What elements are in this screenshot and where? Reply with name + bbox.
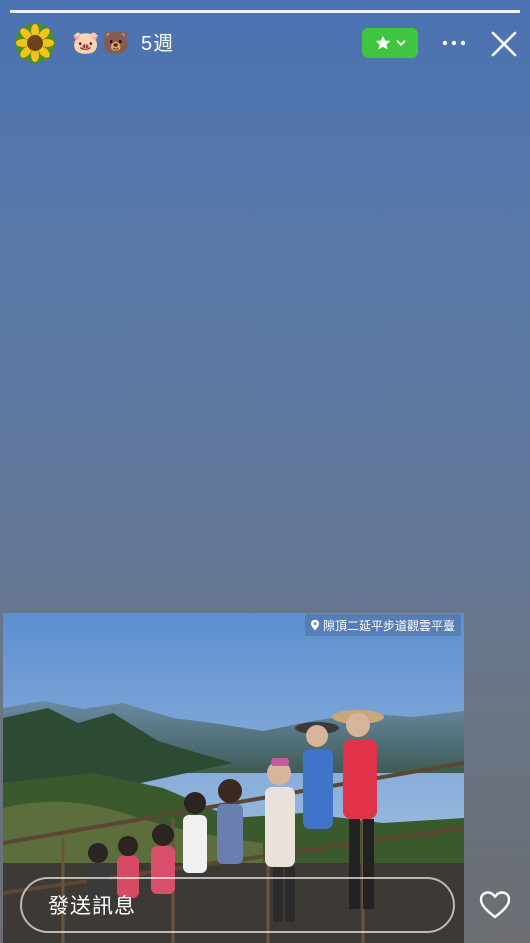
story-header: 🐷 🐻 5週: [0, 22, 530, 66]
star-icon: [375, 35, 391, 50]
bear-emoji: 🐻: [102, 30, 130, 55]
message-placeholder: 發送訊息: [48, 895, 136, 918]
close-icon: [491, 31, 517, 57]
pig-emoji: 🐷: [72, 30, 100, 55]
favorite-button[interactable]: [362, 28, 418, 58]
location-label: 隙頂二延平步道觀雲平臺: [322, 618, 455, 633]
send-message-input[interactable]: 發送訊息: [20, 877, 455, 933]
chevron-down-icon: [396, 40, 406, 47]
story-time-label: 5週: [141, 33, 175, 55]
close-button[interactable]: [488, 28, 520, 60]
sunflower-icon: [15, 23, 55, 63]
progress-segment: [10, 10, 520, 13]
like-button[interactable]: [476, 886, 514, 924]
avatar[interactable]: [15, 23, 55, 63]
location-pin-icon: [310, 619, 319, 631]
more-dots-icon: [442, 40, 466, 46]
heart-icon: [479, 891, 511, 919]
story-progress-bar: [10, 10, 520, 13]
location-tag[interactable]: 隙頂二延平步道觀雲平臺: [304, 614, 461, 636]
more-options-button[interactable]: [440, 33, 468, 53]
